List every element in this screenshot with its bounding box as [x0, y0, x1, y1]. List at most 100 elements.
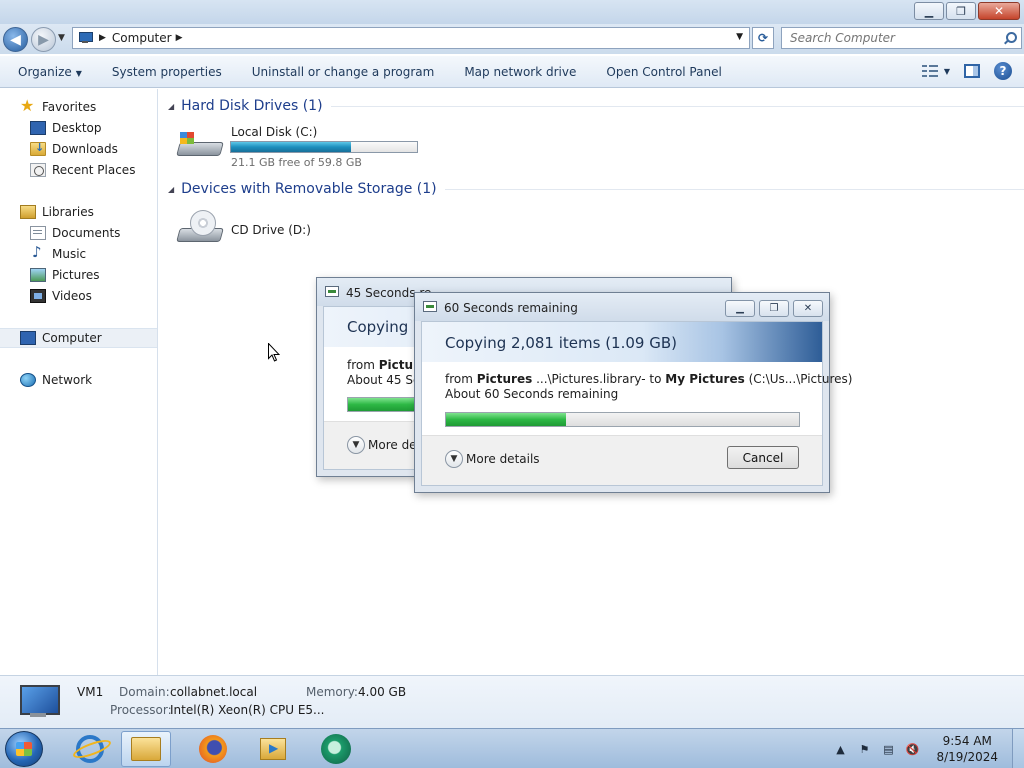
change-view-icon[interactable]	[921, 65, 938, 77]
taskbar-firefox[interactable]	[188, 731, 238, 767]
memory-label: Memory:	[306, 685, 358, 699]
chevron-down-icon: ▼	[445, 450, 463, 468]
details-pane: VM1 Domain: collabnet.local Memory: 4.00…	[0, 675, 1024, 728]
drive-name: CD Drive (D:)	[231, 223, 311, 237]
libraries-icon	[20, 205, 36, 219]
chevron-down-icon: ▼	[75, 68, 82, 78]
volume-muted-icon[interactable]: 🔇	[904, 741, 920, 757]
copy-source-line: from Pictures ...\Pictures.library- to M…	[445, 372, 852, 386]
network-status-icon[interactable]: ▤	[880, 741, 896, 757]
taskbar-app[interactable]	[311, 731, 361, 767]
drive-free-space: 21.1 GB free of 59.8 GB	[231, 156, 362, 169]
refresh-button[interactable]: ⟳	[752, 27, 774, 49]
show-hidden-icons-icon[interactable]: ▲	[832, 741, 848, 757]
system-clock[interactable]: 9:54 AM 8/19/2024	[936, 733, 998, 765]
nav-favorites[interactable]: Favorites	[20, 96, 157, 117]
organize-menu[interactable]: Organize ▼	[0, 65, 97, 79]
close-button[interactable]: ✕	[978, 2, 1020, 20]
nav-videos[interactable]: Videos	[30, 286, 157, 306]
taskbar-windows-explorer[interactable]	[121, 731, 171, 767]
nav-documents[interactable]: Documents	[30, 223, 157, 243]
media-player-icon	[260, 738, 286, 760]
search-icon[interactable]	[1003, 32, 1017, 44]
copy-dialog-foreground[interactable]: 60 Seconds remaining ▁ ❐ ✕ Copying 2,081…	[414, 292, 852, 493]
preview-pane-icon[interactable]	[964, 64, 980, 78]
forward-button[interactable]: ▶	[31, 27, 56, 52]
group-header-hard-disk-drives[interactable]: ◢ Hard Disk Drives (1)	[168, 96, 1024, 116]
dialog-header: Copying 2,081 items (1.09 GB)	[422, 322, 822, 362]
organize-label: Organize	[18, 64, 72, 79]
search-input[interactable]	[790, 31, 990, 45]
memory-value: 4.00 GB	[358, 685, 407, 699]
open-control-panel-button[interactable]: Open Control Panel	[591, 65, 736, 79]
title-bar: ▁ ❐ ✕	[0, 0, 1024, 24]
documents-icon	[30, 226, 46, 240]
computer-monitor-icon	[18, 685, 60, 719]
breadcrumb-separator-icon[interactable]: ▶	[99, 33, 106, 43]
dialog-body: Copying 2,081 items (1.09 GB) from Pictu…	[421, 321, 852, 486]
more-details-toggle[interactable]: ▼ More details	[445, 450, 540, 468]
clock-time: 9:54 AM	[942, 734, 992, 748]
action-center-flag-icon[interactable]: ⚑	[856, 741, 872, 757]
nav-desktop[interactable]: Desktop	[30, 118, 157, 138]
drive-local-disk-c[interactable]: Local Disk (C:) 21.1 GB free of 59.8 GB	[176, 122, 426, 172]
map-network-drive-button[interactable]: Map network drive	[449, 65, 591, 79]
system-properties-button[interactable]: System properties	[97, 65, 237, 79]
address-history-dropdown-icon[interactable]: ▼	[736, 32, 743, 42]
recent-pages-dropdown-icon[interactable]: ▼	[58, 33, 65, 43]
dialog-window-controls: ▁ ❐ ✕	[725, 300, 823, 317]
drive-name: Local Disk (C:)	[231, 125, 318, 139]
group-header-removable-storage[interactable]: ◢ Devices with Removable Storage (1)	[168, 179, 1024, 199]
recent-places-icon	[30, 163, 46, 177]
dialog-close-button[interactable]: ✕	[793, 300, 823, 317]
back-button[interactable]: ◀	[3, 27, 28, 52]
help-icon[interactable]: ?	[994, 62, 1012, 80]
breadcrumb-chevron-icon[interactable]: ▶	[176, 33, 183, 43]
taskbar-media-player[interactable]	[248, 731, 298, 767]
maximize-icon: ❐	[769, 303, 779, 314]
nav-label: Network	[42, 373, 93, 387]
dialog-header-text: Copying 2,081 items (1.09 GB)	[445, 334, 677, 352]
search-box[interactable]	[781, 27, 1022, 49]
hard-drive-body	[176, 142, 224, 156]
nav-music[interactable]: Music	[30, 243, 157, 264]
cancel-button[interactable]: Cancel	[727, 446, 799, 469]
windows-explorer-icon	[131, 737, 161, 761]
window-controls: ▁ ❐ ✕	[914, 2, 1020, 20]
start-button[interactable]	[5, 731, 43, 767]
nav-libraries[interactable]: Libraries	[20, 202, 157, 222]
firefox-icon	[199, 735, 227, 763]
dialog-footer: ▼ More details Cancel	[422, 435, 822, 485]
close-icon: ✕	[993, 4, 1005, 18]
nav-label: Computer	[42, 331, 102, 345]
taskbar-internet-explorer[interactable]	[65, 731, 115, 767]
dialog-title-bar[interactable]: 60 Seconds remaining ▁ ❐ ✕	[415, 293, 829, 321]
uninstall-program-button[interactable]: Uninstall or change a program	[237, 65, 450, 79]
copy-dialog-icon	[423, 301, 437, 312]
nav-network[interactable]: Network	[20, 370, 157, 390]
to-folder[interactable]: My Pictures	[665, 372, 744, 386]
address-bar[interactable]: ▶ Computer ▶ ▼	[72, 27, 750, 49]
close-icon: ✕	[803, 303, 813, 314]
collapse-triangle-icon: ◢	[168, 184, 175, 194]
copy-progress-bar	[445, 412, 800, 427]
dialog-minimize-button[interactable]: ▁	[725, 300, 755, 317]
nav-recent-places[interactable]: Recent Places	[30, 160, 157, 180]
drive-cd-d[interactable]: CD Drive (D:)	[176, 208, 316, 258]
star-icon	[20, 96, 36, 115]
dialog-maximize-button[interactable]: ❐	[759, 300, 789, 317]
breadcrumb-computer[interactable]: Computer	[112, 31, 172, 45]
show-desktop-button[interactable]	[1012, 729, 1024, 768]
nav-pictures[interactable]: Pictures	[30, 265, 157, 285]
maximize-button[interactable]: ❐	[946, 2, 976, 20]
view-options-dropdown-icon[interactable]: ▼	[944, 67, 950, 76]
nav-downloads[interactable]: Downloads	[30, 139, 157, 159]
domain-value: collabnet.local	[170, 685, 258, 699]
nav-label: Pictures	[52, 268, 100, 282]
minimize-button[interactable]: ▁	[914, 2, 944, 20]
from-folder[interactable]: Pictures	[477, 372, 533, 386]
copy-progress-fill	[446, 413, 567, 426]
refresh-icon: ⟳	[757, 31, 769, 45]
nav-computer[interactable]: Computer	[0, 328, 157, 348]
cd-disc-icon	[190, 210, 216, 236]
